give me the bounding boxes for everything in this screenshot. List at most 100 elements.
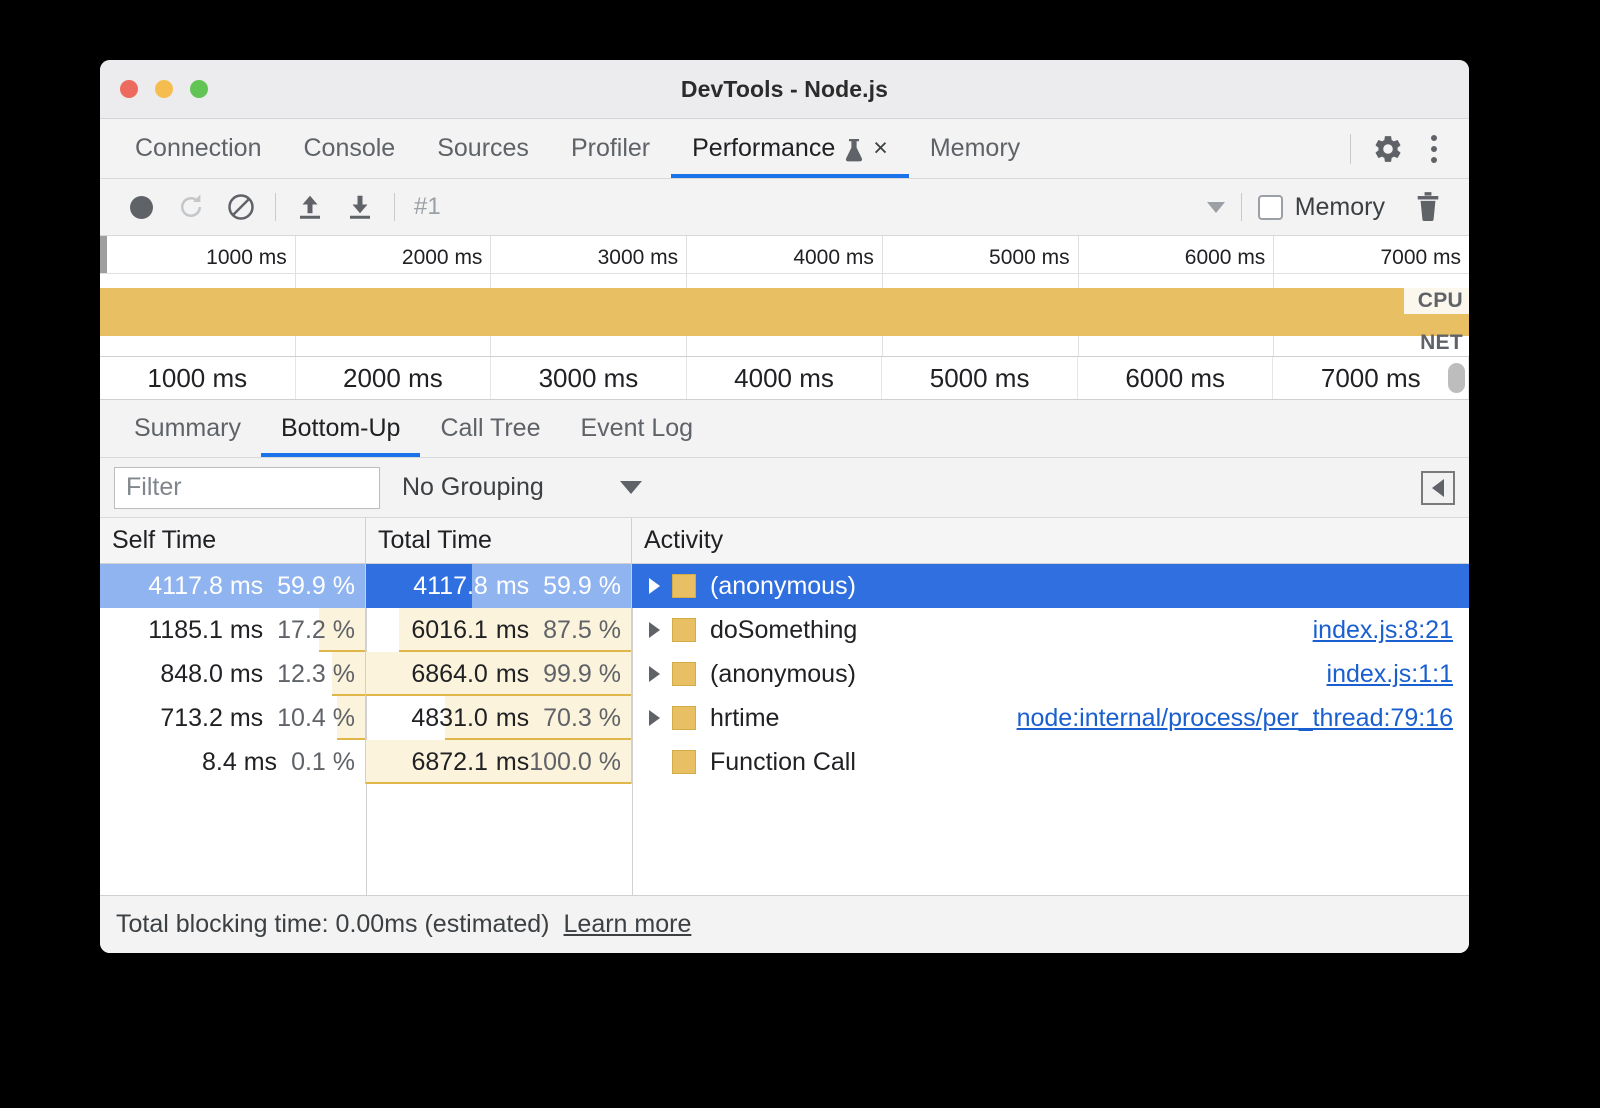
tab-memory[interactable]: Memory xyxy=(909,119,1041,178)
ruler-tick: 4000 ms xyxy=(687,236,883,273)
chevron-down-icon xyxy=(620,481,642,494)
cell-total-time: 6016.1 ms 87.5 % xyxy=(366,608,632,652)
total-time-value: 4831.0 xyxy=(411,704,487,733)
tab-profiler[interactable]: Profiler xyxy=(550,119,671,178)
filter-input[interactable] xyxy=(114,467,380,509)
total-time-value: 6872.1 xyxy=(411,748,487,777)
tab-sources[interactable]: Sources xyxy=(416,119,550,178)
ruler-tick: 4000 ms xyxy=(687,357,883,399)
source-link[interactable]: index.js:1:1 xyxy=(1327,660,1453,689)
ruler-tick: 3000 ms xyxy=(491,357,687,399)
traffic-lights xyxy=(120,80,208,98)
upload-arrow-icon[interactable] xyxy=(285,184,335,230)
tab-label: Profiler xyxy=(571,134,650,163)
ruler-tick: 3000 ms xyxy=(491,236,687,273)
horizontal-scrollbar-thumb[interactable] xyxy=(1448,363,1465,393)
ruler-tick: 2000 ms xyxy=(296,236,492,273)
cell-activity: Function Call xyxy=(632,740,1469,784)
memory-checkbox[interactable] xyxy=(1258,195,1283,220)
expand-triangle-icon[interactable] xyxy=(642,710,666,726)
bottom-up-table: Self Time Total Time Activity 4117.8 ms … xyxy=(100,518,1469,895)
overview-bands[interactable]: CPU NET xyxy=(100,274,1469,356)
total-time-value: 4117.8 xyxy=(413,572,488,601)
tab-event-log[interactable]: Event Log xyxy=(561,400,714,457)
tabbar-actions xyxy=(1336,119,1469,178)
self-time-value: 713.2 ms xyxy=(160,704,263,733)
total-time-percent: 99.9 % xyxy=(543,660,621,689)
gear-icon[interactable] xyxy=(1365,126,1411,172)
expand-triangle-icon[interactable] xyxy=(642,622,666,638)
tab-console[interactable]: Console xyxy=(282,119,416,178)
no-entry-clear-icon[interactable] xyxy=(216,184,266,230)
total-time-percent: 100.0 % xyxy=(529,748,621,777)
total-time-value: 6864.0 xyxy=(411,660,487,689)
cell-self-time: 713.2 ms 10.4 % xyxy=(100,696,366,740)
table-row[interactable]: 848.0 ms 12.3 % 6864.0 ms 99.9 % (anonym xyxy=(100,652,1469,696)
self-time-percent: 10.4 % xyxy=(277,704,355,733)
record-circle-icon[interactable] xyxy=(116,184,166,230)
table-row[interactable]: 1185.1 ms 17.2 % 6016.1 ms 87.5 % doSome xyxy=(100,608,1469,652)
tab-call-tree[interactable]: Call Tree xyxy=(420,400,560,457)
activity-color-swatch xyxy=(672,750,696,774)
grouping-label: No Grouping xyxy=(402,473,544,502)
total-time-unit: ms xyxy=(496,660,529,689)
source-link[interactable]: node:internal/process/per_thread:79:16 xyxy=(1017,704,1453,733)
kebab-menu-icon[interactable] xyxy=(1411,126,1457,172)
table-row[interactable]: 713.2 ms 10.4 % 4831.0 ms 70.3 % hrtime xyxy=(100,696,1469,740)
minimize-window-button[interactable] xyxy=(155,80,173,98)
trash-icon[interactable] xyxy=(1403,184,1453,230)
tab-label: Bottom-Up xyxy=(281,414,400,443)
blocking-time-text: Total blocking time: 0.00ms (estimated) xyxy=(116,910,550,939)
table-row[interactable]: 8.4 ms 0.1 % 6872.1 ms 100.0 % Function xyxy=(100,740,1469,784)
profile-selector-label[interactable]: #1 xyxy=(404,193,441,221)
expand-triangle-icon[interactable] xyxy=(642,666,666,682)
grouping-dropdown[interactable]: No Grouping xyxy=(402,473,642,502)
overview-ruler-bottom[interactable]: 1000 ms 2000 ms 3000 ms 4000 ms 5000 ms … xyxy=(100,356,1469,400)
activity-color-swatch xyxy=(672,574,696,598)
column-header-activity[interactable]: Activity xyxy=(632,518,1469,563)
cell-activity: (anonymous) xyxy=(632,564,1469,608)
ruler-tick: 7000 ms xyxy=(1274,236,1469,273)
devtools-window: DevTools - Node.js Connection Console So… xyxy=(100,60,1469,953)
tab-performance[interactable]: Performance × xyxy=(671,119,909,178)
memory-checkbox-group[interactable]: Memory xyxy=(1258,193,1385,222)
tab-summary[interactable]: Summary xyxy=(114,400,261,457)
cpu-band-label: CPU xyxy=(1404,288,1469,314)
activity-name: hrtime xyxy=(710,704,779,733)
maximize-window-button[interactable] xyxy=(190,80,208,98)
column-header-self-time[interactable]: Self Time xyxy=(100,518,366,563)
download-arrow-icon[interactable] xyxy=(335,184,385,230)
table-row[interactable]: 4117.8 ms 59.9 % 4117.8 ms 59.9 % (anony xyxy=(100,564,1469,608)
tab-bottom-up[interactable]: Bottom-Up xyxy=(261,400,420,457)
close-icon[interactable]: × xyxy=(871,136,888,161)
cell-total-time: 4831.0 ms 70.3 % xyxy=(366,696,632,740)
self-time-percent: 0.1 % xyxy=(291,748,355,777)
total-time-unit: ms xyxy=(496,572,529,601)
cell-activity: hrtime node:internal/process/per_thread:… xyxy=(632,696,1469,740)
table-header-row: Self Time Total Time Activity xyxy=(100,518,1469,564)
collapse-sidebar-icon[interactable] xyxy=(1421,471,1455,505)
tab-connection[interactable]: Connection xyxy=(114,119,282,178)
window-titlebar: DevTools - Node.js xyxy=(100,60,1469,119)
expand-triangle-icon[interactable] xyxy=(642,578,666,594)
ruler-tick: 5000 ms xyxy=(882,357,1078,399)
tab-label: Sources xyxy=(437,134,529,163)
cell-total-time: 4117.8 ms 59.9 % xyxy=(366,564,632,608)
source-link[interactable]: index.js:8:21 xyxy=(1313,616,1453,645)
self-time-percent: 59.9 % xyxy=(277,572,355,601)
window-left-handle[interactable] xyxy=(100,236,107,273)
cell-activity: doSomething index.js:8:21 xyxy=(632,608,1469,652)
reload-icon[interactable] xyxy=(166,184,216,230)
ruler-tick: 7000 ms xyxy=(1273,357,1469,399)
learn-more-link[interactable]: Learn more xyxy=(564,910,692,939)
total-time-percent: 59.9 % xyxy=(543,572,621,601)
tab-label: Memory xyxy=(930,134,1020,163)
self-time-value: 848.0 ms xyxy=(160,660,263,689)
flask-icon xyxy=(845,138,863,160)
overview-ruler-top[interactable]: 1000 ms 2000 ms 3000 ms 4000 ms 5000 ms … xyxy=(100,236,1469,274)
chevron-down-icon[interactable] xyxy=(1207,202,1225,213)
column-header-total-time[interactable]: Total Time xyxy=(366,518,632,563)
activity-color-swatch xyxy=(672,662,696,686)
total-time-unit: ms xyxy=(496,704,529,733)
close-window-button[interactable] xyxy=(120,80,138,98)
